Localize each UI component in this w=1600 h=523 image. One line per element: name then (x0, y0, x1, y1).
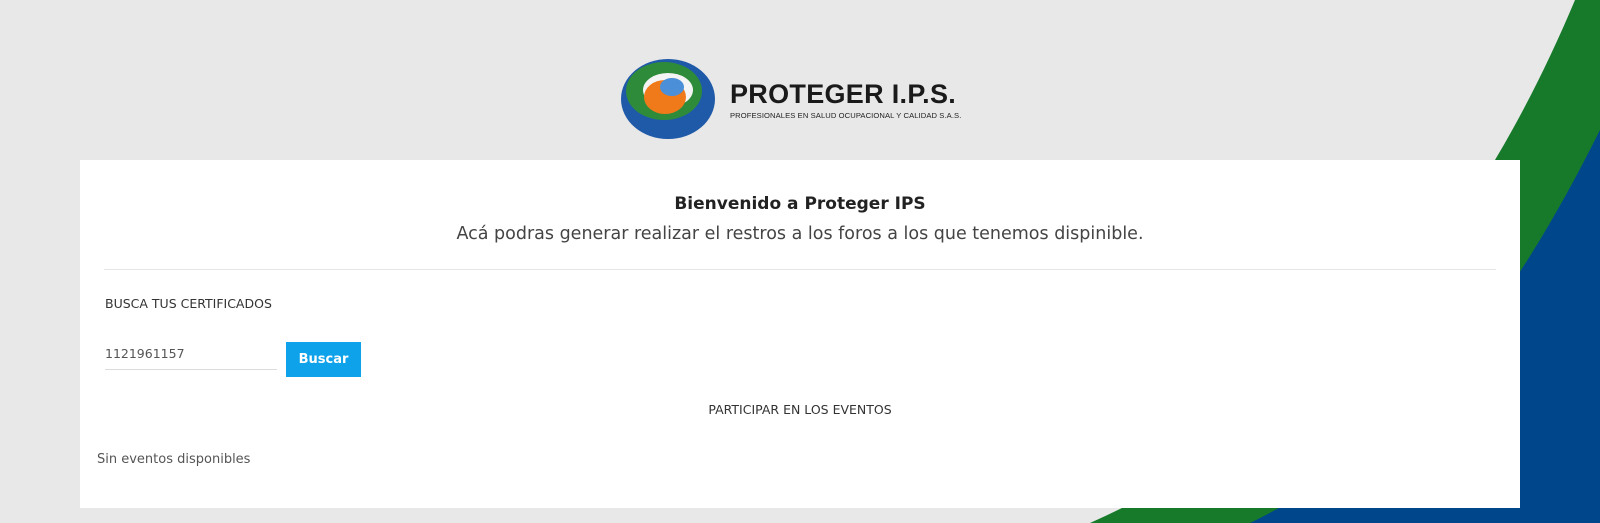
brand-name: PROTEGER I.P.S. (730, 78, 957, 109)
brand-tagline: PROFESIONALES EN SALUD OCUPACIONAL Y CAL… (730, 110, 962, 120)
logo-mark-icon (621, 59, 715, 139)
divider (104, 269, 1496, 270)
brand-logo: PROTEGER I.P.S. PROFESIONALES EN SALUD O… (620, 55, 980, 143)
main-card: Bienvenido a Proteger IPS Acá podras gen… (80, 160, 1520, 508)
empty-events-message: Sin eventos disponibles (97, 452, 251, 467)
welcome-title: Bienvenido a Proteger IPS (674, 194, 926, 214)
events-label: PARTICIPAR EN LOS EVENTOS (708, 402, 892, 417)
certificate-search-input[interactable] (105, 338, 277, 370)
welcome-subtitle: Acá podras generar realizar el restros a… (456, 224, 1144, 244)
certificates-label: BUSCA TUS CERTIFICADOS (105, 296, 272, 311)
search-button[interactable]: Buscar (286, 342, 361, 377)
